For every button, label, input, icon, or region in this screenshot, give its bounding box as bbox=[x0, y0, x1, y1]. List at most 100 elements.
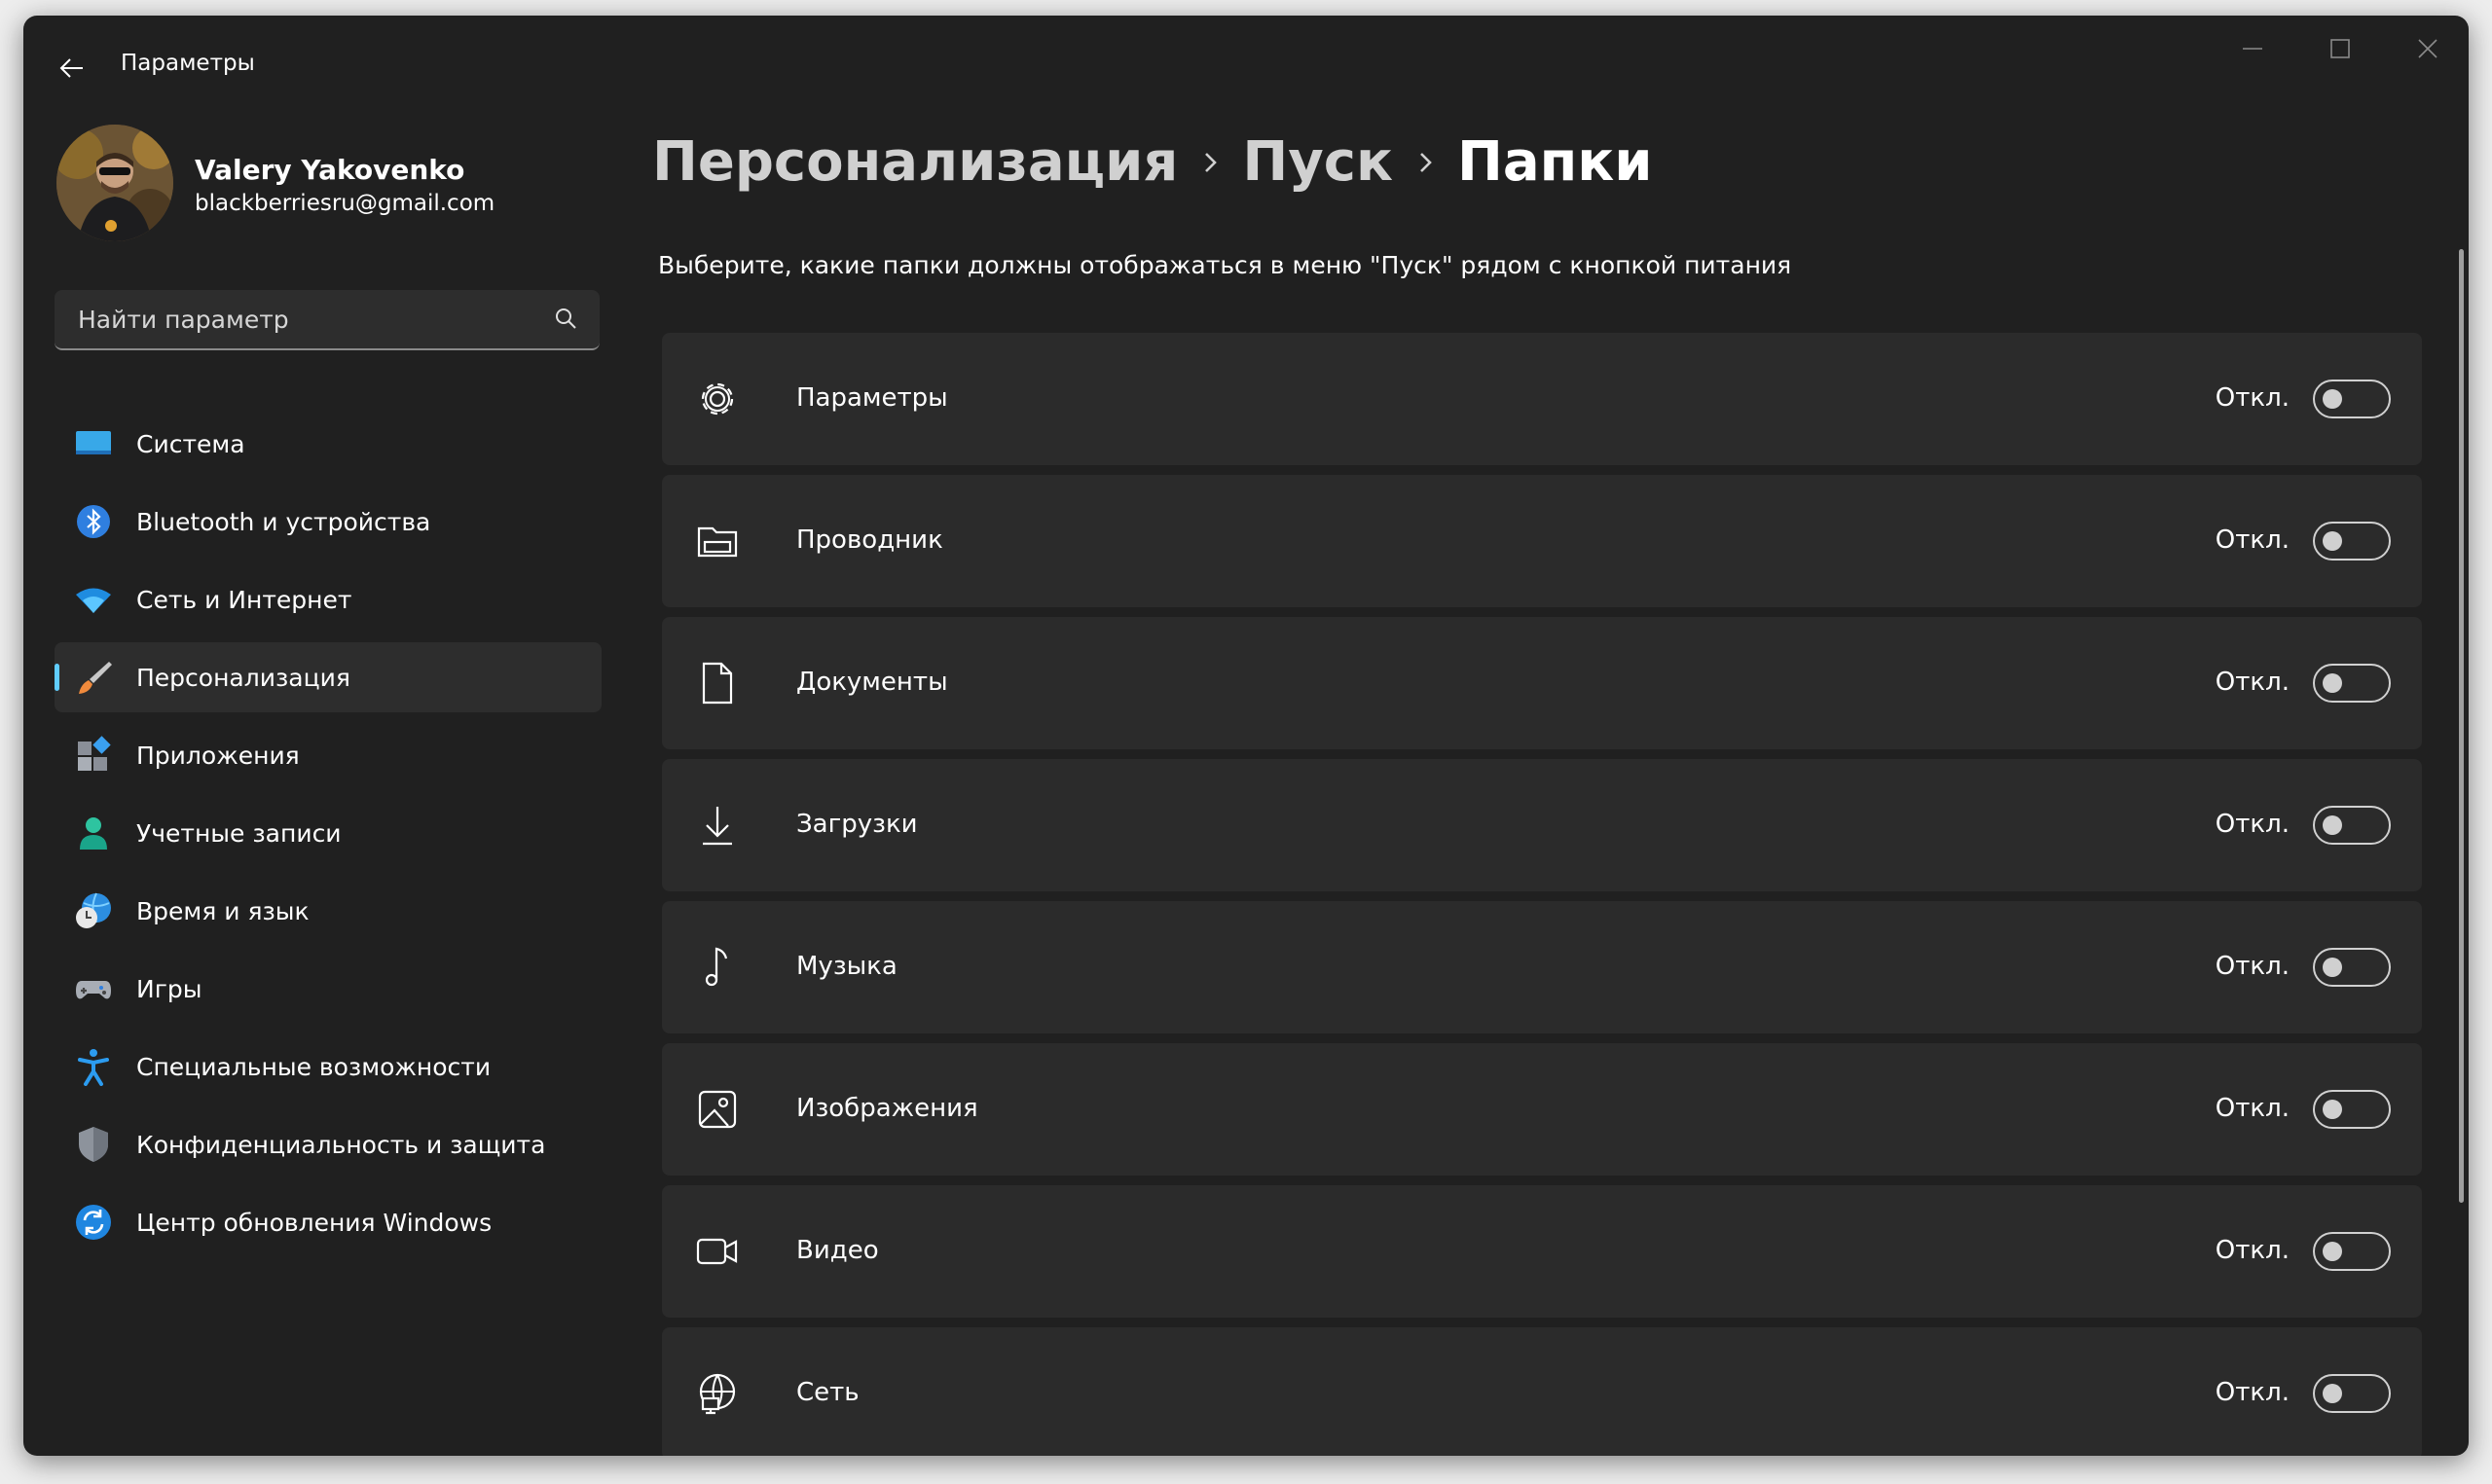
toggle-state-text: Откл. bbox=[2215, 383, 2290, 413]
network-toggle[interactable] bbox=[2313, 1374, 2391, 1413]
sidebar-item-personalization[interactable]: Персонализация bbox=[55, 642, 602, 712]
toggle-knob bbox=[2323, 815, 2342, 835]
videos-toggle[interactable] bbox=[2313, 1232, 2391, 1271]
chevron-right-icon bbox=[1178, 150, 1242, 175]
sidebar-item-privacy[interactable]: Конфиденциальность и защита bbox=[55, 1109, 602, 1179]
gear-icon bbox=[701, 382, 734, 416]
toggle-knob bbox=[2323, 531, 2342, 551]
documents-toggle[interactable] bbox=[2313, 664, 2391, 703]
pictures-toggle[interactable] bbox=[2313, 1090, 2391, 1129]
bluetooth-icon bbox=[72, 500, 115, 543]
settings-window: Параметры Valery Yakovenko blackberriesr… bbox=[23, 16, 2469, 1456]
page-description: Выберите, какие папки должны отображатьс… bbox=[658, 251, 1792, 279]
sidebar-item-gaming[interactable]: Игры bbox=[55, 954, 602, 1024]
sidebar-item-label: Персонализация bbox=[136, 663, 350, 692]
folder-label: Загрузки bbox=[796, 810, 918, 839]
folder-label: Документы bbox=[796, 668, 948, 697]
sidebar-item-windows-update[interactable]: Центр обновления Windows bbox=[55, 1187, 602, 1257]
sidebar-item-time-language[interactable]: Время и язык bbox=[55, 876, 602, 946]
maximize-button[interactable] bbox=[2296, 16, 2384, 82]
search-box[interactable] bbox=[55, 290, 600, 350]
sidebar-item-label: Время и язык bbox=[136, 896, 310, 925]
folder-row-file-explorer: Проводник Откл. bbox=[662, 475, 2422, 607]
file-explorer-toggle[interactable] bbox=[2313, 522, 2391, 561]
back-button[interactable] bbox=[45, 41, 99, 95]
sidebar-item-label: Сеть и Интернет bbox=[136, 585, 352, 614]
search-icon[interactable] bbox=[553, 306, 578, 331]
close-icon bbox=[2418, 39, 2437, 58]
folder-label: Сеть bbox=[796, 1378, 860, 1407]
shield-icon bbox=[72, 1123, 115, 1166]
gamepad-icon bbox=[72, 967, 115, 1010]
sidebar-item-label: Система bbox=[136, 429, 245, 458]
accounts-icon bbox=[72, 812, 115, 854]
chevron-right-icon bbox=[1393, 150, 1457, 175]
accessibility-icon bbox=[72, 1045, 115, 1088]
sidebar-item-network[interactable]: Сеть и Интернет bbox=[55, 564, 602, 634]
folder-label: Проводник bbox=[796, 525, 943, 555]
folder-row-music: Музыка Откл. bbox=[662, 901, 2422, 1033]
toggle-state-text: Откл. bbox=[2215, 810, 2290, 839]
sidebar-item-apps[interactable]: Приложения bbox=[55, 720, 602, 790]
toggle-knob bbox=[2323, 958, 2342, 977]
app-title: Параметры bbox=[121, 51, 255, 76]
music-toggle[interactable] bbox=[2313, 948, 2391, 987]
toggle-knob bbox=[2323, 389, 2342, 409]
minimize-icon bbox=[2243, 48, 2262, 50]
update-icon bbox=[72, 1201, 115, 1244]
toggle-state-text: Откл. bbox=[2215, 668, 2290, 697]
downloads-toggle[interactable] bbox=[2313, 806, 2391, 845]
sidebar-item-bluetooth[interactable]: Bluetooth и устройства bbox=[55, 487, 602, 557]
sidebar-item-label: Игры bbox=[136, 974, 202, 1003]
wifi-icon bbox=[72, 578, 115, 621]
sidebar-item-label: Специальные возможности bbox=[136, 1052, 492, 1081]
maximize-icon bbox=[2330, 39, 2350, 58]
sidebar-item-label: Центр обновления Windows bbox=[136, 1208, 493, 1237]
search-input[interactable] bbox=[76, 290, 537, 348]
folder-row-downloads: Загрузки Откл. bbox=[662, 759, 2422, 891]
vertical-scrollbar[interactable] bbox=[2459, 249, 2464, 1203]
toggle-knob bbox=[2323, 1100, 2342, 1119]
sidebar-item-system[interactable]: Система bbox=[55, 409, 602, 479]
settings-toggle[interactable] bbox=[2313, 380, 2391, 418]
download-icon bbox=[703, 807, 732, 846]
image-icon bbox=[698, 1090, 737, 1129]
folder-row-network: Сеть Откл. bbox=[662, 1327, 2422, 1456]
toggle-state-text: Откл. bbox=[2215, 1378, 2290, 1407]
minimize-button[interactable] bbox=[2209, 16, 2296, 82]
close-button[interactable] bbox=[2384, 16, 2469, 82]
toggle-state-text: Откл. bbox=[2215, 1094, 2290, 1123]
avatar[interactable] bbox=[56, 125, 173, 241]
user-email: blackberriesru@gmail.com bbox=[195, 191, 495, 216]
music-note-icon bbox=[705, 947, 728, 987]
folder-row-settings: Параметры Откл. bbox=[662, 333, 2422, 465]
toggle-knob bbox=[2323, 673, 2342, 693]
folder-label: Изображения bbox=[796, 1094, 978, 1123]
breadcrumb: Персонализация Пуск Папки bbox=[652, 130, 1653, 194]
toggle-state-text: Откл. bbox=[2215, 1236, 2290, 1265]
brush-icon bbox=[72, 656, 115, 699]
folder-list: Параметры Откл. Проводник Откл. Документ… bbox=[662, 333, 2422, 1456]
breadcrumb-item-personalization[interactable]: Персонализация bbox=[652, 130, 1178, 194]
file-explorer-icon bbox=[697, 526, 738, 558]
sidebar-item-accounts[interactable]: Учетные записи bbox=[55, 798, 602, 868]
back-arrow-icon bbox=[59, 58, 83, 78]
sidebar-item-label: Bluetooth и устройства bbox=[136, 507, 431, 536]
folder-label: Параметры bbox=[796, 383, 948, 413]
sidebar-item-label: Приложения bbox=[136, 741, 300, 770]
time-language-icon bbox=[72, 889, 115, 932]
document-icon bbox=[702, 662, 733, 705]
avatar-photo bbox=[56, 125, 173, 241]
apps-icon bbox=[72, 734, 115, 777]
toggle-state-text: Откл. bbox=[2215, 952, 2290, 981]
toggle-state-text: Откл. bbox=[2215, 525, 2290, 555]
network-globe-icon bbox=[699, 1373, 736, 1415]
sidebar-item-label: Учетные записи bbox=[136, 818, 342, 848]
sidebar-nav: Система Bluetooth и устройства Сеть и Ин… bbox=[55, 409, 602, 1265]
video-icon bbox=[696, 1238, 738, 1265]
sidebar-item-accessibility[interactable]: Специальные возможности bbox=[55, 1032, 602, 1102]
system-icon bbox=[72, 422, 115, 465]
folder-row-pictures: Изображения Откл. bbox=[662, 1043, 2422, 1176]
breadcrumb-item-start[interactable]: Пуск bbox=[1242, 130, 1393, 194]
folder-label: Видео bbox=[796, 1236, 879, 1265]
